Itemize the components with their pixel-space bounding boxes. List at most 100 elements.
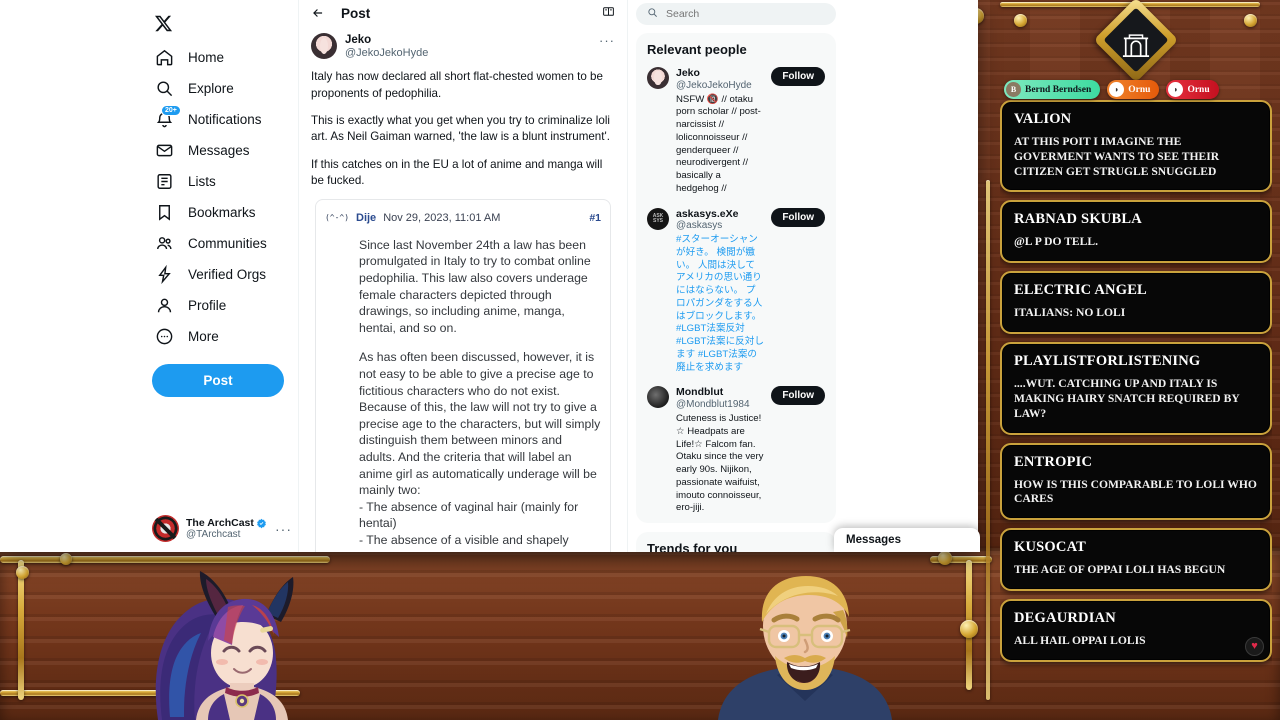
notification-badge: 20+ (161, 104, 181, 116)
twitter-sidebar[interactable]: Home Explore 20+ Notifications Messages … (148, 0, 298, 552)
account-switcher[interactable]: The ArchCast @TArchcast ··· (152, 515, 292, 542)
verified-badge-icon (256, 518, 266, 528)
sidebar-item-label: Notifications (188, 112, 262, 127)
person-row[interactable]: Mondblut @Mondblut1984 Cuteness is Justi… (636, 382, 836, 523)
tweet-author-handle: @JekoJekoHyde (345, 47, 429, 60)
sidebar-item-home[interactable]: Home (148, 42, 298, 73)
viewer-chips: B Bernd Berndsen ◗ Ornu ◗ Ornu (1004, 80, 1219, 99)
chat-message[interactable]: DEGAURDIAN ALL HAIL OPPAI LOLIS ♥ (1000, 599, 1272, 662)
tweet-paragraph: This is exactly what you get when you tr… (311, 114, 610, 144)
chat-message-list[interactable]: VALION AT THIS POIT I IMAGINE THE GOVERM… (1000, 100, 1272, 716)
ellipsis-icon[interactable]: ··· (599, 33, 615, 48)
person-row[interactable]: ASK SYS askasys.eXe @askasys #スターオーシャン が好… (636, 204, 836, 383)
sidebar-item-profile[interactable]: Profile (148, 290, 298, 321)
chat-message[interactable]: KUSOCAT THE AGE OF OPPAI LOLI HAS BEGUN (1000, 528, 1272, 592)
chip-avatar-icon: ◗ (1109, 82, 1125, 97)
gold-knob-left (16, 566, 29, 579)
envelope-icon (154, 141, 174, 161)
search-field-wrapper[interactable] (636, 3, 836, 25)
chat-username: ELECTRIC ANGEL (1014, 282, 1147, 299)
stream-chat-panel: B Bernd Berndsen ◗ Ornu ◗ Ornu VALION AT… (992, 0, 1280, 720)
quote-date: Nov 29, 2023, 11:01 AM (383, 211, 501, 224)
search-input[interactable] (666, 8, 825, 20)
avatar[interactable] (647, 386, 669, 409)
emblem-arch-glyph (1122, 34, 1150, 57)
chat-text: HOW IS THIS COMPARABLE TO LOLI WHO CARES (1014, 477, 1257, 506)
sidebar-item-label: Bookmarks (188, 205, 256, 220)
follow-button[interactable]: Follow (771, 67, 825, 86)
sidebar-item-notifications[interactable]: 20+ Notifications (148, 104, 298, 135)
sidebar-item-label: More (188, 329, 219, 344)
sidebar-item-more[interactable]: More (148, 321, 298, 352)
sidebar-item-label: Home (188, 50, 225, 65)
page-title: Post (341, 6, 371, 21)
chat-username: DEGAURDIAN (1014, 610, 1116, 627)
person-bio: NSFW 🔞 // otaku porn scholar // post-nar… (676, 93, 761, 194)
tweet-paragraph: If this catches on in the EU a lot of an… (311, 157, 603, 188)
chip-label: Bernd Berndsen (1025, 84, 1092, 95)
sidebar-item-bookmarks[interactable]: Bookmarks (148, 197, 298, 228)
panel-title: Relevant people (647, 42, 747, 57)
tweet-author-name: Jeko (345, 34, 372, 46)
quote-header: (^-^) Dije Nov 29, 2023, 11:01 AM #1 (325, 208, 601, 228)
chat-username: VALION (1014, 111, 1072, 127)
avatar[interactable]: ASK SYS (647, 207, 669, 230)
chat-username: KUSOCAT (1014, 539, 1087, 556)
sidebar-item-messages[interactable]: Messages (148, 135, 298, 166)
chat-username: PLAYLISTFORLISTENING (1014, 353, 1201, 370)
search-icon (647, 5, 658, 23)
sidebar-item-communities[interactable]: Communities (148, 228, 298, 259)
ellipsis-icon[interactable]: ··· (275, 521, 292, 537)
twitter-right-column[interactable]: Relevant people Jeko @JekoJekoHyde NSFW … (636, 0, 836, 552)
sidebar-item-label: Explore (188, 81, 234, 96)
chat-message[interactable]: PLAYLISTFORLISTENING ....WUT. CATCHING U… (1000, 342, 1272, 435)
quote-post-number[interactable]: #1 (589, 212, 601, 224)
sidebar-item-label: Lists (188, 174, 216, 189)
chat-text: ITALIANS: NO LOLI (1014, 306, 1126, 320)
vtuber-avatar (155, 571, 294, 720)
avatar[interactable] (311, 33, 337, 59)
avatar[interactable] (647, 67, 669, 89)
post-column[interactable]: Post Jeko @JekoJekoHyde ··· Italy has no… (298, 0, 628, 552)
sidebar-item-label: Communities (188, 236, 267, 251)
arch-gate-emblem-icon (1093, 0, 1179, 86)
chat-message[interactable]: ENTROPIC HOW IS THIS COMPARABLE TO LOLI … (1000, 442, 1272, 521)
quote-paragraph: As has often been discussed, however, it… (359, 350, 601, 552)
chip-label: Ornu (1128, 84, 1151, 95)
main-tweet[interactable]: Jeko @JekoJekoHyde ··· Italy has now dec… (299, 27, 627, 552)
home-icon (154, 48, 174, 68)
follow-button[interactable]: Follow (771, 207, 825, 227)
sidebar-item-label: Profile (188, 298, 227, 313)
chat-message[interactable]: RABNAD SKUBLA @L P DO TELL. (1000, 200, 1272, 264)
chat-message[interactable]: ELECTRIC ANGEL ITALIANS: NO LOLI (1000, 271, 1272, 335)
quote-author: Dije (356, 211, 377, 224)
back-arrow-icon[interactable] (311, 6, 325, 22)
follow-button[interactable]: Follow (771, 386, 825, 406)
sidebar-item-verified-orgs[interactable]: Verified Orgs (148, 259, 298, 290)
heart-icon[interactable]: ♥ (1245, 636, 1264, 656)
reader-view-icon[interactable] (602, 5, 615, 23)
avatar (152, 515, 179, 542)
sidebar-item-lists[interactable]: Lists (148, 166, 298, 197)
sidebar-item-explore[interactable]: Explore (148, 73, 298, 104)
person-name: Mondblut (676, 386, 724, 399)
quoted-forum-card[interactable]: (^-^) Dije Nov 29, 2023, 11:01 AM #1 Sin… (315, 198, 611, 552)
twitter-window[interactable]: Home Explore 20+ Notifications Messages … (0, 0, 978, 552)
gold-rail-left-vert (18, 560, 24, 700)
x-logo-icon[interactable] (148, 4, 188, 42)
person-handle: @Mondblut1984 (676, 399, 750, 411)
trends-panel: Trends for you Trending Horus 2,993 post… (636, 532, 836, 552)
messages-dock[interactable]: Messages (834, 528, 980, 552)
tweet-header: Jeko @JekoJekoHyde ··· (311, 33, 615, 61)
search-bar[interactable] (636, 0, 836, 33)
chat-text: @L P DO TELL. (1014, 235, 1099, 249)
gold-knob-right-low (960, 620, 978, 638)
person-row[interactable]: Jeko @JekoJekoHyde NSFW 🔞 // otaku porn … (636, 63, 836, 204)
gold-knob-right (938, 551, 952, 565)
chip-ornu-orange[interactable]: ◗ Ornu (1107, 80, 1160, 99)
chip-ornu-red[interactable]: ◗ Ornu (1166, 80, 1219, 99)
person-handle: @JekoJekoHyde (676, 79, 752, 91)
post-button[interactable]: Post (152, 364, 284, 397)
chat-message[interactable]: VALION AT THIS POIT I IMAGINE THE GOVERM… (1000, 100, 1272, 193)
chip-bernd-berndsen[interactable]: B Bernd Berndsen (1004, 80, 1101, 99)
